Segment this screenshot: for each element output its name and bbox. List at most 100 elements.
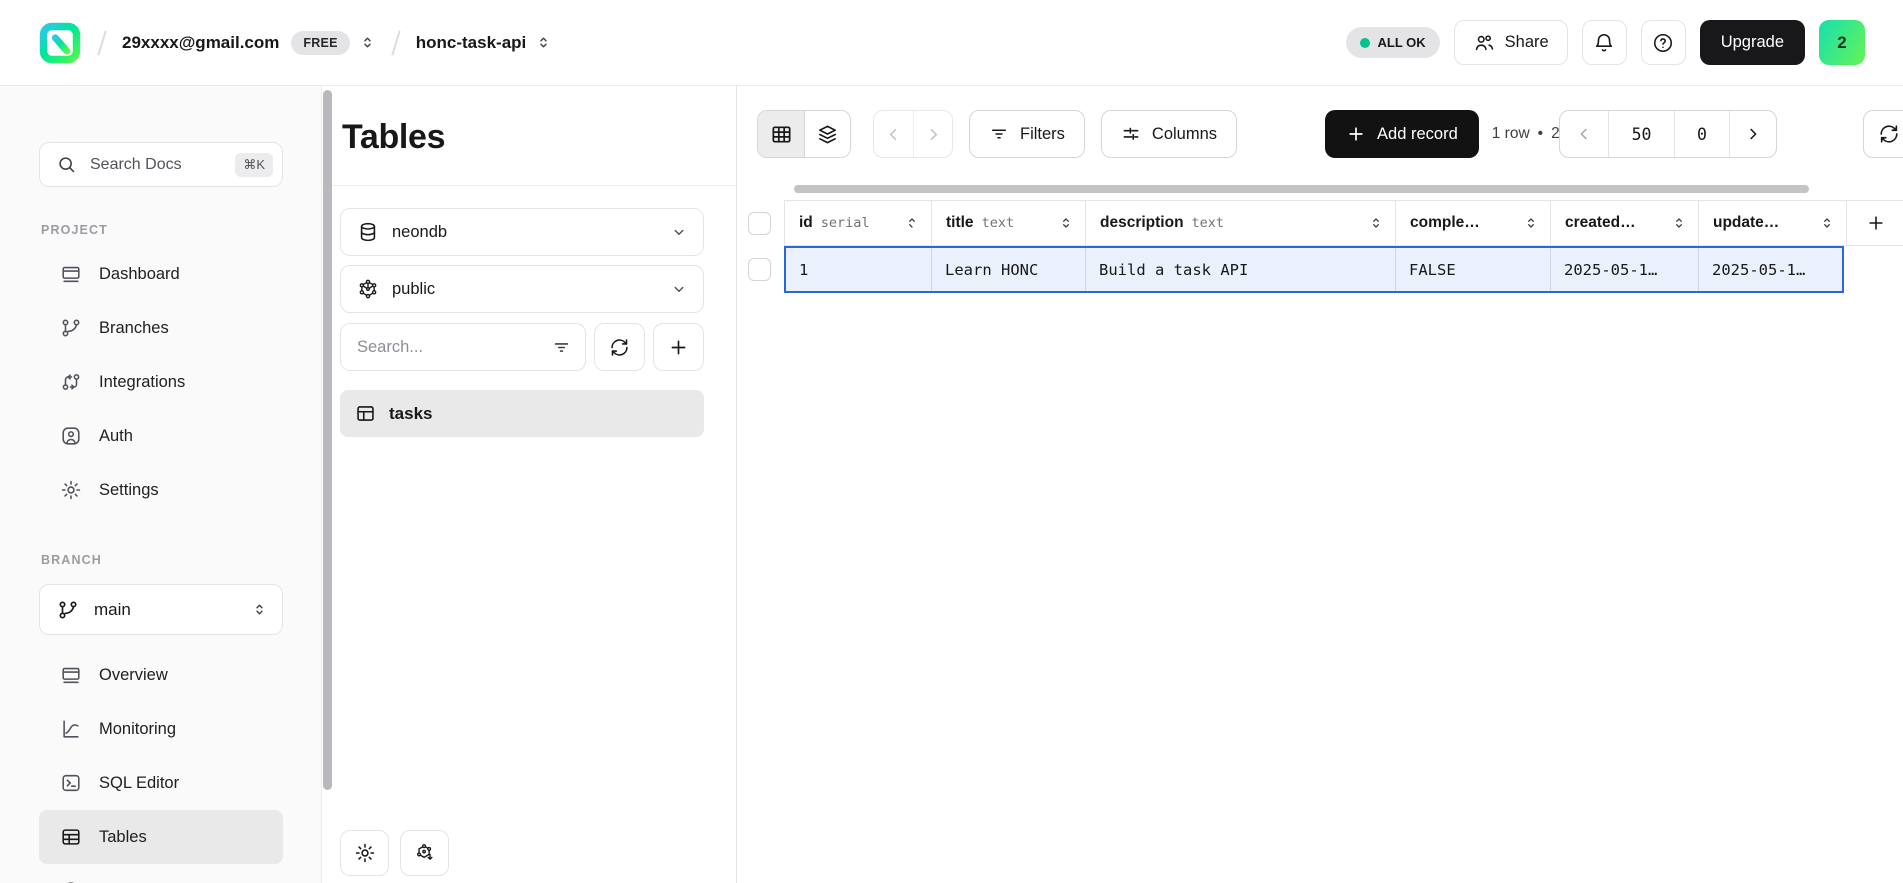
org-switcher-chevron-icon[interactable] bbox=[359, 34, 376, 51]
status-label: ALL OK bbox=[1378, 35, 1426, 50]
branch-section-label: BRANCH bbox=[41, 553, 321, 567]
status-ok-dot bbox=[1360, 38, 1370, 48]
branch-selector[interactable]: main bbox=[39, 584, 283, 635]
selected-branch-label: main bbox=[94, 600, 131, 620]
refresh-data-button[interactable] bbox=[1863, 110, 1903, 158]
history-nav bbox=[873, 110, 953, 158]
settings-gear-icon bbox=[60, 479, 82, 501]
sort-icon[interactable] bbox=[904, 215, 920, 231]
gear-icon bbox=[354, 842, 376, 864]
cell-completed[interactable]: FALSE bbox=[1395, 248, 1550, 291]
column-header-completed[interactable]: comple… bbox=[1395, 201, 1550, 245]
table-icon bbox=[355, 403, 376, 424]
help-icon bbox=[1652, 32, 1674, 54]
notification-count-badge[interactable]: 2 bbox=[1819, 20, 1865, 65]
page-size-field[interactable]: 50 bbox=[1608, 111, 1674, 157]
sidebar-item-overview[interactable]: Overview bbox=[39, 648, 283, 702]
sidebar-item-settings[interactable]: Settings bbox=[39, 463, 283, 517]
view-mode-switch bbox=[757, 110, 851, 158]
sidebar-item-integrations[interactable]: Integrations bbox=[39, 355, 283, 409]
grid-header-row: id serial title text description text bbox=[737, 200, 1903, 246]
status-badge[interactable]: ALL OK bbox=[1346, 27, 1440, 58]
sidebar-item-label: Branches bbox=[99, 319, 169, 338]
chevron-down-icon bbox=[670, 280, 688, 298]
pagination-control: 50 0 bbox=[1559, 110, 1777, 158]
bell-icon bbox=[1593, 32, 1615, 54]
column-header-description[interactable]: description text bbox=[1085, 201, 1395, 245]
column-header-title[interactable]: title text bbox=[931, 201, 1085, 245]
search-docs-input[interactable]: Search Docs ⌘K bbox=[39, 142, 283, 187]
sort-icon[interactable] bbox=[1058, 215, 1074, 231]
sort-icon[interactable] bbox=[1523, 215, 1539, 231]
cell-updated[interactable]: 2025-05-1… bbox=[1698, 248, 1842, 291]
project-switcher-chevron-icon[interactable] bbox=[535, 34, 552, 51]
cell-title[interactable]: Learn HONC bbox=[931, 248, 1085, 291]
columns-button[interactable]: Columns bbox=[1101, 110, 1237, 158]
project-section-label: PROJECT bbox=[41, 223, 321, 237]
schema-selector[interactable]: public bbox=[340, 265, 704, 313]
sidebar-item-label: Settings bbox=[99, 481, 159, 500]
page-next-button[interactable] bbox=[1729, 111, 1776, 157]
row-checkbox[interactable] bbox=[748, 258, 771, 281]
top-header: 29xxxx@gmail.com FREE honc-task-api ALL … bbox=[0, 0, 1903, 86]
tables-panel: Tables neondb public bbox=[322, 86, 737, 883]
column-header-created[interactable]: created… bbox=[1550, 201, 1698, 245]
table-search-input[interactable]: Search... bbox=[340, 323, 586, 371]
table-toolbar: Filters Columns Add record 1 row • 275ms bbox=[757, 110, 1903, 158]
sort-icon[interactable] bbox=[1819, 215, 1835, 231]
share-button[interactable]: Share bbox=[1454, 20, 1568, 65]
sidebar-item-label: Tables bbox=[99, 828, 147, 847]
refresh-icon bbox=[609, 337, 630, 358]
bullet-separator: • bbox=[1538, 125, 1543, 143]
vertical-scrollbar[interactable] bbox=[323, 90, 332, 790]
sidebar-item-tables[interactable]: Tables bbox=[39, 810, 283, 864]
layers-view-button[interactable] bbox=[804, 111, 850, 157]
add-column-button[interactable] bbox=[1846, 201, 1903, 245]
cell-id[interactable]: 1 bbox=[786, 248, 931, 291]
database-selector[interactable]: neondb bbox=[340, 208, 704, 256]
horizontal-scrollbar[interactable] bbox=[794, 185, 1809, 193]
breadcrumb-project[interactable]: honc-task-api bbox=[416, 33, 527, 53]
forward-button[interactable] bbox=[913, 111, 952, 157]
sidebar-item-dashboard[interactable]: Dashboard bbox=[39, 247, 283, 301]
sidebar: Search Docs ⌘K PROJECT Dashboard Branche… bbox=[0, 86, 322, 883]
sidebar-item-label: Overview bbox=[99, 666, 168, 685]
selected-row[interactable]: 1 Learn HONC Build a task API FALSE 2025… bbox=[784, 246, 1844, 293]
columns-label: Columns bbox=[1152, 125, 1217, 144]
sidebar-item-auth[interactable]: Auth bbox=[39, 409, 283, 463]
sort-icon[interactable] bbox=[1671, 215, 1687, 231]
page-offset-field[interactable]: 0 bbox=[1674, 111, 1729, 157]
refresh-tables-button[interactable] bbox=[594, 323, 645, 371]
upgrade-button[interactable]: Upgrade bbox=[1700, 20, 1805, 65]
plan-badge: FREE bbox=[291, 31, 349, 55]
neon-logo[interactable] bbox=[38, 21, 82, 65]
filters-button[interactable]: Filters bbox=[969, 110, 1085, 158]
grid-view-button[interactable] bbox=[758, 111, 804, 157]
select-all-checkbox[interactable] bbox=[748, 212, 771, 235]
page-title: Tables bbox=[322, 86, 736, 186]
column-header-updated[interactable]: update… bbox=[1698, 201, 1846, 245]
export-schema-button[interactable] bbox=[400, 830, 449, 876]
table-list-item-tasks[interactable]: tasks bbox=[340, 390, 704, 437]
keyboard-shortcut-badge: ⌘K bbox=[235, 153, 273, 177]
sidebar-item-monitoring[interactable]: Monitoring bbox=[39, 702, 283, 756]
column-header-id[interactable]: id serial bbox=[784, 201, 931, 245]
add-record-button[interactable]: Add record bbox=[1325, 110, 1479, 158]
back-button[interactable] bbox=[874, 111, 913, 157]
breadcrumb-org[interactable]: 29xxxx@gmail.com bbox=[122, 33, 279, 53]
cell-created[interactable]: 2025-05-1… bbox=[1550, 248, 1698, 291]
page-prev-button[interactable] bbox=[1560, 111, 1608, 157]
cell-description[interactable]: Build a task API bbox=[1085, 248, 1395, 291]
filter-icon bbox=[989, 124, 1009, 144]
help-button[interactable] bbox=[1641, 20, 1686, 65]
sidebar-item-sql-editor[interactable]: SQL Editor bbox=[39, 756, 283, 810]
notifications-button[interactable] bbox=[1582, 20, 1627, 65]
page-offset-value: 0 bbox=[1697, 125, 1707, 144]
panel-settings-button[interactable] bbox=[340, 830, 389, 876]
search-icon bbox=[56, 154, 77, 175]
sidebar-item-branches[interactable]: Branches bbox=[39, 301, 283, 355]
sort-icon[interactable] bbox=[1368, 215, 1384, 231]
sidebar-item-restore[interactable]: Restore bbox=[39, 864, 283, 883]
add-table-button[interactable] bbox=[653, 323, 704, 371]
table-data-view: Filters Columns Add record 1 row • 275ms bbox=[737, 86, 1903, 883]
